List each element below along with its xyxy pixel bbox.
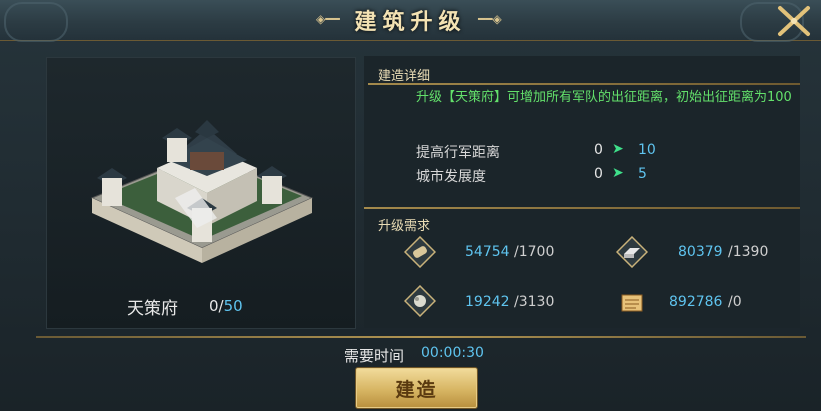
time-value: 00:00:30 [421,345,484,361]
resource-have-stone: 19242 [465,294,510,310]
stat-label-march-distance: 提高行军距离 [416,145,500,161]
stat-to-march-distance: 10 [638,142,656,158]
resource-need-iron: /1390 [728,244,769,260]
resource-have-grain: 892786 [669,294,723,310]
building-level-max: 50 [223,297,243,315]
cloud-ornament-left [4,2,68,42]
close-button[interactable] [772,2,816,40]
stat-from-city-development: 0 [594,166,603,182]
stat-from-march-distance: 0 [594,142,603,158]
divider-details [368,83,800,85]
title-area: 建筑升级 [300,0,521,40]
iron-ingot-icon [615,235,649,269]
arrow-icon: ➤ [612,165,624,181]
resource-have-iron: 80379 [678,244,723,260]
building-description: 升级【天策府】可增加所有军队的出征距离，初始出征距离为100 [416,90,792,105]
arrow-icon: ➤ [612,141,624,157]
dialog-title: 建筑升级 [354,10,467,35]
build-button-label: 建造 [395,378,438,401]
wood-scroll-icon [403,235,437,269]
building-image [90,120,314,263]
grain-scroll-icon [616,287,648,319]
building-preview-panel: 天策府 0/50 [46,57,356,329]
build-button[interactable]: 建造 [355,367,478,409]
building-name: 天策府 [127,299,178,319]
section-label-requirements: 升级需求 [378,219,431,234]
building-level: 0/50 [209,297,243,315]
close-icon [778,6,810,36]
bottom-divider [36,336,806,338]
resource-need-grain: /0 [728,294,742,310]
building-level-current: 0 [209,297,219,315]
stone-ore-icon [403,284,437,318]
resource-have-wood: 54754 [465,244,510,260]
resource-need-wood: /1700 [514,244,555,260]
section-label-details: 建造详细 [378,69,431,84]
time-label: 需要时间 [344,347,405,365]
divider-requirements [364,207,800,209]
resource-need-stone: /3130 [514,294,555,310]
stat-to-city-development: 5 [638,166,647,182]
stat-label-city-development: 城市发展度 [416,169,486,185]
